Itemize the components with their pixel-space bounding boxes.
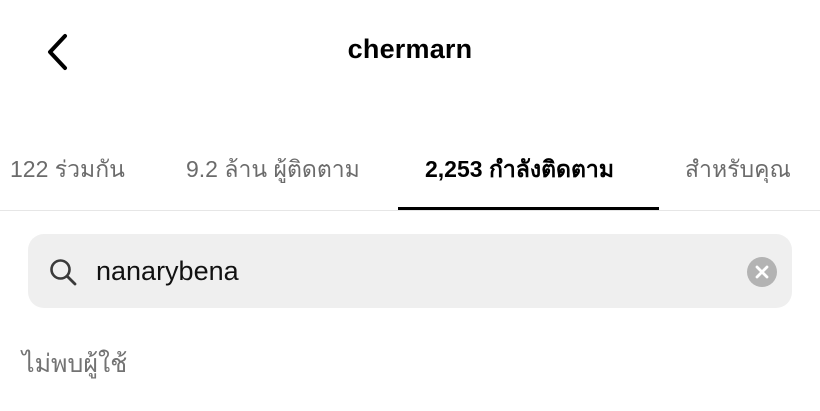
tab-for-you[interactable]: สำหรับคุณ	[685, 152, 791, 188]
search-icon	[50, 259, 77, 286]
tab-followers[interactable]: 9.2 ล้าน ผู้ติดตาม	[186, 152, 360, 188]
clear-circle-icon[interactable]	[746, 256, 778, 288]
tab-mutual[interactable]: 122 ร่วมกัน	[10, 152, 125, 188]
active-tab-indicator	[398, 207, 659, 210]
tab-bar: 122 ร่วมกัน 9.2 ล้าน ผู้ติดตาม 2,253 กำล…	[0, 138, 820, 211]
search-bar[interactable]	[28, 234, 792, 308]
tab-following[interactable]: 2,253 กำลังติดตาม	[425, 152, 614, 188]
page-title: chermarn	[347, 34, 473, 64]
search-input[interactable]	[96, 252, 716, 290]
top-bar: chermarn	[0, 0, 820, 108]
no-users-found-message: ไม่พบผู้ใช้	[22, 350, 128, 378]
